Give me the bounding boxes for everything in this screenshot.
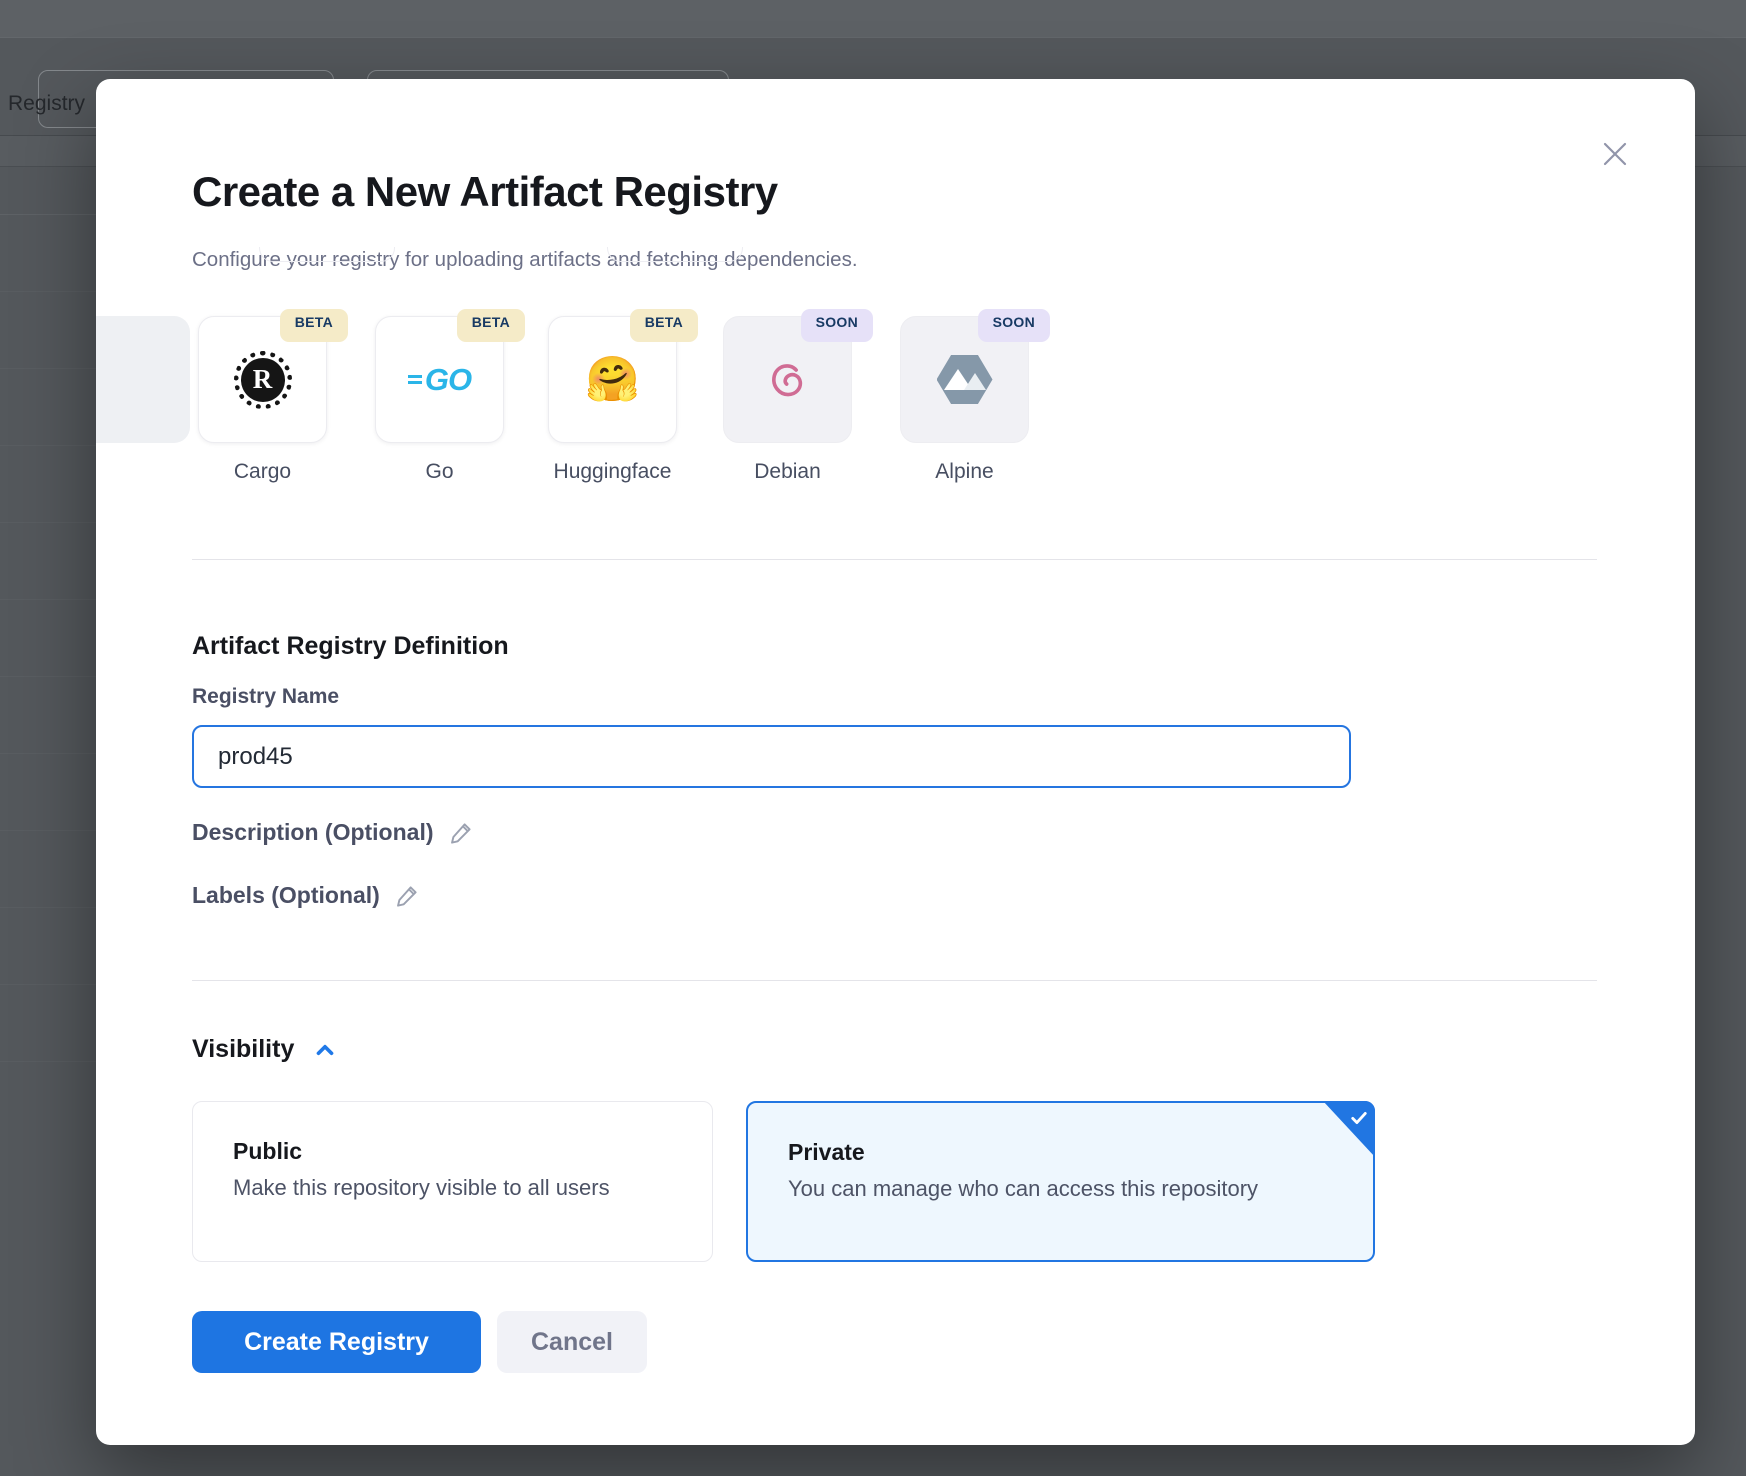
registry-name-label: Registry Name (192, 685, 339, 709)
option-description: You can manage who can access this repos… (788, 1176, 1333, 1202)
huggingface-icon: 🤗 (585, 358, 640, 402)
edit-description-button[interactable] (448, 819, 475, 846)
pencil-icon (394, 882, 421, 909)
registry-type-card-huggingface[interactable]: BETA 🤗 (548, 316, 677, 443)
rust-gear-icon: R (234, 351, 292, 409)
visibility-options: Public Make this repository visible to a… (192, 1101, 1375, 1262)
divider (192, 980, 1597, 981)
option-title: Private (788, 1139, 1333, 1166)
beta-badge: BETA (280, 309, 348, 342)
chevron-up-icon (312, 1037, 338, 1063)
screen: Registry Create a New Artifact Registry … (0, 0, 1746, 1476)
close-button[interactable] (1592, 131, 1638, 177)
alpine-mountain-icon (937, 355, 993, 404)
go-logo-icon: GO (408, 362, 471, 398)
registry-type-card-debian: SOON (723, 316, 852, 443)
beta-badge: BETA (630, 309, 698, 342)
divider (192, 559, 1597, 560)
registry-type-label: Debian (723, 460, 852, 484)
pencil-icon (448, 819, 475, 846)
scrolled-card-ghost (607, 247, 743, 262)
modal-title: Create a New Artifact Registry (192, 167, 778, 217)
close-icon (1600, 139, 1630, 169)
option-title: Public (233, 1138, 672, 1165)
modal-actions: Create Registry Cancel (192, 1311, 647, 1373)
soon-badge: SOON (801, 309, 873, 342)
registry-type-label: Cargo (198, 460, 327, 484)
scrolled-card-ghost (259, 247, 395, 262)
visibility-heading: Visibility (192, 1035, 294, 1064)
background-registry-label: Registry (8, 92, 85, 116)
cancel-button[interactable]: Cancel (497, 1311, 647, 1373)
beta-badge: BETA (457, 309, 525, 342)
background-topbar (0, 0, 1746, 38)
registry-type-label: Go (375, 460, 504, 484)
visibility-option-public[interactable]: Public Make this repository visible to a… (192, 1101, 713, 1262)
description-label: Description (Optional) (192, 819, 434, 846)
registry-type-card-go[interactable]: BETA GO (375, 316, 504, 443)
registry-type-label: Huggingface (548, 460, 677, 484)
edit-labels-button[interactable] (394, 882, 421, 909)
visibility-option-private[interactable]: Private You can manage who can access th… (746, 1101, 1375, 1262)
soon-badge: SOON (978, 309, 1050, 342)
partial-registry-type-card (96, 316, 190, 443)
description-row: Description (Optional) (192, 819, 475, 846)
debian-swirl-icon (759, 351, 817, 409)
collapse-visibility-button[interactable] (312, 1037, 338, 1063)
visibility-header: Visibility (192, 1035, 338, 1064)
definition-heading: Artifact Registry Definition (192, 632, 509, 661)
labels-label: Labels (Optional) (192, 882, 380, 909)
registry-name-input[interactable] (192, 725, 1351, 788)
registry-type-card-alpine: SOON (900, 316, 1029, 443)
registry-type-label: Alpine (900, 460, 1029, 484)
option-description: Make this repository visible to all user… (233, 1175, 672, 1201)
labels-row: Labels (Optional) (192, 882, 421, 909)
create-registry-button[interactable]: Create Registry (192, 1311, 481, 1373)
check-icon (1349, 1108, 1369, 1128)
create-registry-modal: Create a New Artifact Registry Configure… (96, 79, 1695, 1445)
registry-type-row: BETA R Cargo BETA GO Go BETA 🤗 Huggingfa… (96, 308, 1695, 548)
registry-type-card-cargo[interactable]: BETA R (198, 316, 327, 443)
